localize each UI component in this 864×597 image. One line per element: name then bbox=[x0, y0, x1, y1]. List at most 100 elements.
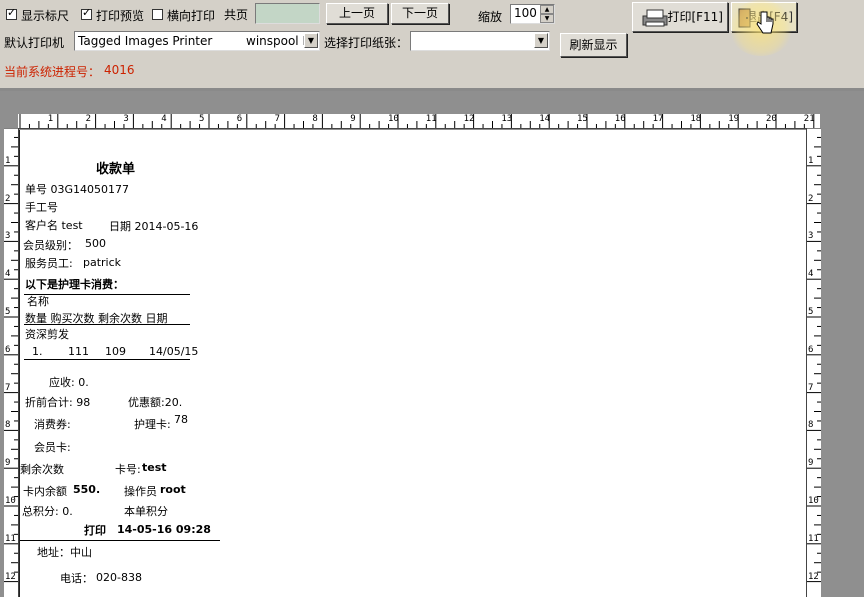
total-pages-field bbox=[255, 3, 320, 24]
ruler-number: 12 bbox=[5, 571, 16, 582]
receipt-date: 日期 2014-05-16 bbox=[109, 220, 199, 233]
ruler-number: 1 bbox=[808, 155, 814, 166]
ruler-number: 7 bbox=[5, 382, 11, 393]
ruler-number: 20 bbox=[766, 114, 777, 124]
ruler-number: 17 bbox=[652, 114, 664, 124]
printer-dropdown-arrow-icon[interactable]: ▼ bbox=[304, 33, 318, 48]
staff-name: patrick bbox=[83, 256, 122, 269]
print-preview-toolbar: 显示标尺 打印预览 横向打印 共页 上一页 下一页 缩放 100 ▲ ▼ 打印[… bbox=[0, 0, 864, 88]
operator-label: 操作员 bbox=[124, 485, 157, 498]
zoom-value: 100 bbox=[514, 6, 537, 20]
vertical-ruler-left: 1 2 3 4 5 6 7 8 9 10 11 12 bbox=[4, 128, 19, 597]
ruler-number: 3 bbox=[5, 231, 11, 242]
ruler-number: 13 bbox=[501, 114, 513, 124]
zoom-up-arrow-icon[interactable]: ▲ bbox=[540, 5, 554, 14]
zoom-down-arrow-icon[interactable]: ▼ bbox=[540, 14, 554, 23]
refresh-button[interactable]: 刷新显示 bbox=[560, 33, 627, 57]
ruler-number: 10 bbox=[5, 496, 16, 506]
staff-label: 服务员工: bbox=[25, 257, 73, 270]
card-balance: 550. bbox=[73, 483, 101, 496]
column-name-header: 名称 bbox=[27, 295, 49, 308]
item-remaining: 109 bbox=[105, 345, 126, 358]
card-balance-label: 卡内余额 bbox=[23, 485, 67, 498]
pre-discount-total: 折前合计: 98 bbox=[25, 396, 91, 409]
care-card-section-title: 以下是护理卡消费： bbox=[25, 278, 124, 291]
print-time: 14-05-16 09:28 bbox=[117, 523, 211, 536]
address: 地址：中山 bbox=[37, 546, 92, 559]
ruler-number: 10 bbox=[808, 496, 819, 506]
ruler-number: 19 bbox=[728, 114, 740, 124]
vertical-ruler-right: 1 2 3 4 5 6 7 8 9 10 11 12 bbox=[806, 128, 821, 597]
process-id: 4016 bbox=[104, 63, 135, 77]
card-number-label: 卡号: bbox=[115, 463, 141, 476]
order-number: 单号 03G14050177 bbox=[25, 183, 130, 196]
card-number: test bbox=[142, 461, 167, 474]
item-name: 资深剪发 bbox=[25, 328, 69, 341]
ruler-number: 9 bbox=[350, 114, 356, 124]
phone-number: 020-838 bbox=[96, 571, 142, 584]
paper-dropdown-arrow-icon[interactable]: ▼ bbox=[534, 33, 548, 48]
zoom-label: 缩放 bbox=[478, 10, 503, 24]
ruler-number: 11 bbox=[425, 114, 437, 124]
receipt-title: 收款单 bbox=[96, 162, 136, 177]
next-page-button[interactable]: 下一页 bbox=[391, 3, 449, 24]
paper-select[interactable]: ▼ bbox=[410, 31, 550, 51]
printer-select[interactable]: Tagged Images Printer winspool I ▼ bbox=[74, 31, 320, 51]
ruler-number: 12 bbox=[463, 114, 475, 124]
ruler-number: 3 bbox=[808, 231, 814, 242]
ruler-number: 6 bbox=[808, 344, 814, 355]
process-label: 当前系统进程号： bbox=[4, 65, 101, 79]
hand-cursor-icon bbox=[756, 11, 774, 34]
ruler-number: 9 bbox=[808, 458, 814, 469]
ruler-number: 7 bbox=[274, 114, 281, 124]
ruler-number: 8 bbox=[5, 420, 11, 431]
member-card-label: 会员卡: bbox=[34, 441, 71, 454]
ruler-number: 21 bbox=[803, 114, 815, 124]
care-card-value: 78 bbox=[174, 413, 188, 426]
paper-label: 选择打印纸张： bbox=[324, 36, 409, 50]
ruler-number: 10 bbox=[388, 114, 399, 124]
customer-name: 客户名 test bbox=[25, 219, 83, 232]
printer-name: Tagged Images Printer bbox=[78, 34, 213, 48]
ruler-number: 1 bbox=[5, 155, 11, 166]
print-label: 打印 bbox=[84, 524, 106, 537]
divider bbox=[24, 359, 190, 360]
order-points-label: 本单积分 bbox=[124, 505, 168, 518]
print-preview-checkbox[interactable] bbox=[81, 6, 92, 20]
ruler-number: 4 bbox=[808, 269, 814, 280]
ruler-number: 8 bbox=[312, 114, 318, 124]
divider bbox=[24, 324, 190, 325]
print-preview-label: 打印预览 bbox=[96, 9, 145, 23]
prev-page-button[interactable]: 上一页 bbox=[326, 3, 388, 24]
member-level-label: 会员级别： bbox=[23, 239, 78, 252]
ruler-number: 18 bbox=[690, 114, 702, 124]
printer-icon bbox=[642, 9, 668, 27]
landscape-checkbox[interactable] bbox=[152, 9, 163, 20]
print-button[interactable]: 打印[F11] bbox=[632, 2, 728, 32]
ruler-number: 11 bbox=[5, 533, 16, 544]
phone-label: 电话： bbox=[60, 572, 93, 585]
item-bought: 111 bbox=[68, 345, 89, 358]
ruler-number: 2 bbox=[808, 193, 814, 204]
ruler-number: 4 bbox=[5, 269, 11, 280]
print-button-label: 打印[F11] bbox=[667, 10, 723, 24]
receivable: 应收: 0. bbox=[49, 376, 89, 389]
default-printer-label: 默认打印机 bbox=[4, 36, 65, 50]
ruler-number: 5 bbox=[199, 114, 205, 124]
total-points: 总积分: 0. bbox=[22, 505, 73, 518]
care-card-label: 护理卡: bbox=[134, 418, 171, 431]
item-qty: 1. bbox=[32, 345, 43, 358]
remaining-times-label: 剩余次数 bbox=[20, 463, 64, 476]
zoom-input[interactable]: 100 ▲ ▼ bbox=[510, 4, 555, 24]
ruler-number: 5 bbox=[808, 307, 814, 317]
ruler-number: 5 bbox=[5, 307, 11, 317]
ruler-number: 4 bbox=[161, 114, 167, 124]
show-ruler-checkbox[interactable] bbox=[6, 6, 17, 20]
discount-amount: 优惠额:20. bbox=[128, 396, 183, 409]
coupon-label: 消费券: bbox=[34, 418, 71, 431]
ruler-number: 12 bbox=[808, 571, 819, 582]
exit-door-icon bbox=[738, 8, 751, 28]
ruler-number: 6 bbox=[236, 114, 243, 124]
ruler-number: 15 bbox=[577, 114, 588, 124]
ruler-number: 3 bbox=[123, 114, 129, 124]
